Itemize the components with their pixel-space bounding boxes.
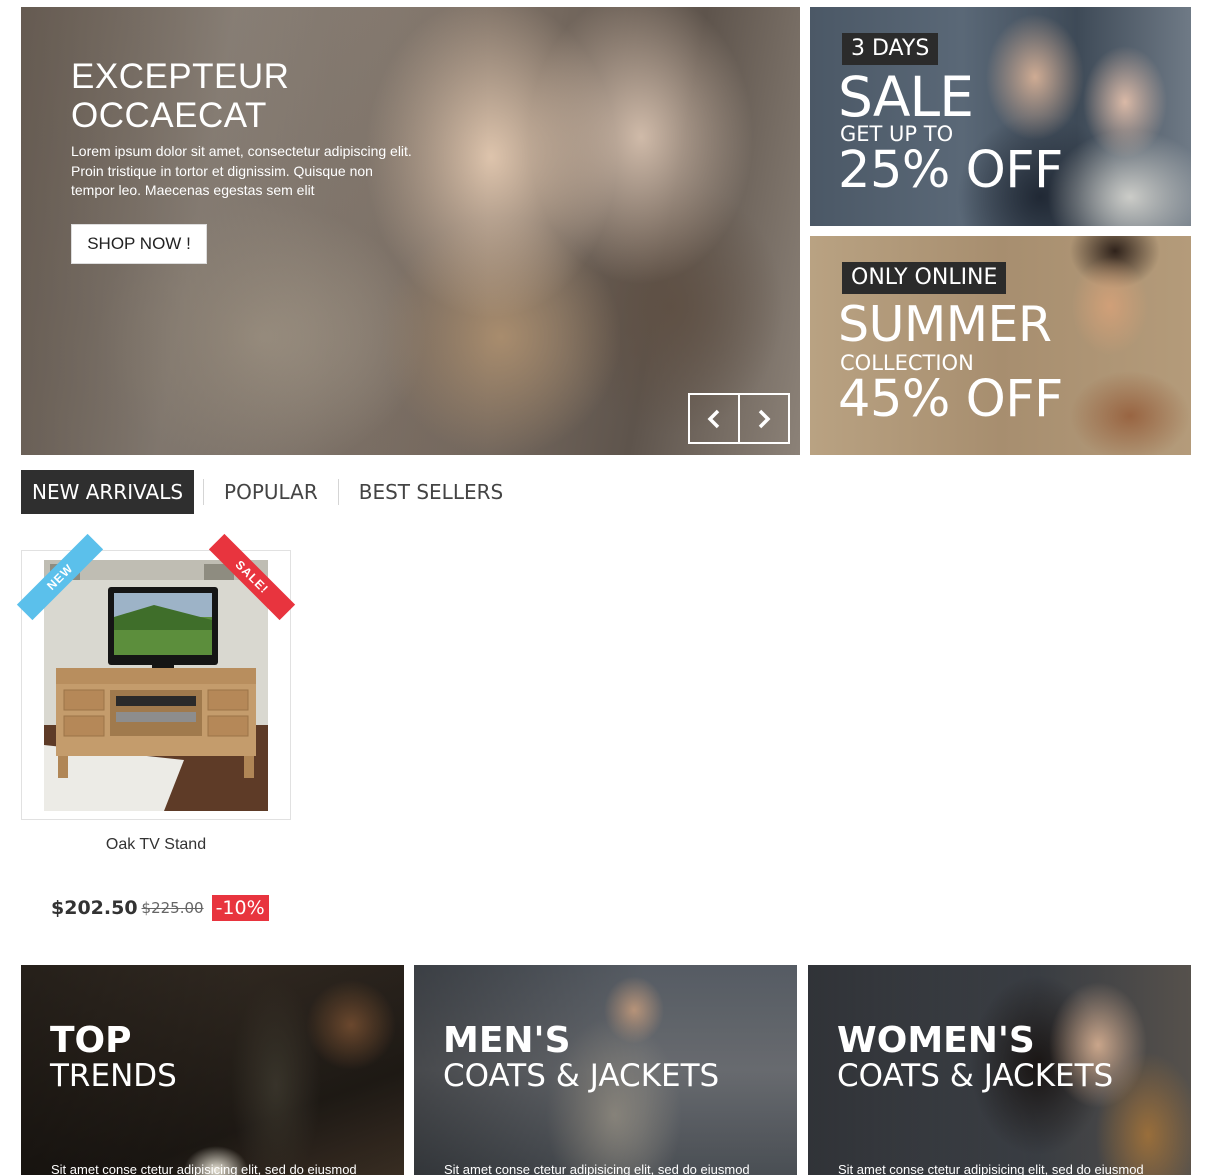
category-title: WOMEN'S	[837, 1020, 1035, 1061]
product-old-price: $225.00	[141, 899, 204, 917]
product-card[interactable]: NEW SALE!	[16, 533, 296, 820]
category-banner-top-trends[interactable]: TOP TRENDS Sit amet conse ctetur adipisi…	[21, 965, 404, 1175]
sale-banner[interactable]: 3 DAYS SALE GET UP TO 25% OFF	[810, 7, 1191, 226]
banner-headline: SALE	[838, 65, 974, 129]
category-title: TOP	[50, 1020, 132, 1061]
banner-offer: 25% OFF	[838, 141, 1063, 200]
tab-popular[interactable]: POPULAR	[213, 470, 329, 514]
banner-badge: ONLY ONLINE	[842, 262, 1007, 294]
product-price: $202.50	[51, 897, 138, 919]
category-subtitle: TRENDS	[50, 1058, 177, 1094]
tab-divider	[203, 479, 205, 505]
category-subtitle: COATS & JACKETS	[443, 1058, 720, 1094]
category-banner-womens-coats[interactable]: WOMEN'S COATS & JACKETS Sit amet conse c…	[808, 965, 1191, 1175]
hero-slider[interactable]: EXCEPTEUR OCCAECAT Lorem ipsum dolor sit…	[21, 7, 800, 455]
tab-new-arrivals[interactable]: NEW ARRIVALS	[21, 470, 195, 514]
hero-title: EXCEPTEUR OCCAECAT	[71, 57, 371, 135]
slider-next-button[interactable]	[738, 395, 788, 442]
discount-badge: -10%	[211, 895, 269, 921]
hero-title-line1: EXCEPTEUR	[71, 57, 290, 96]
product-image[interactable]	[44, 560, 268, 811]
hero-title-line2: OCCAECAT	[71, 96, 267, 135]
shop-now-button[interactable]: SHOP NOW !	[71, 224, 207, 264]
category-description: Sit amet conse ctetur adipisicing elit, …	[444, 1162, 750, 1175]
tv-stand-illustration	[44, 560, 268, 811]
summer-collection-banner[interactable]: ONLY ONLINE SUMMER COLLECTION 45% OFF	[810, 236, 1191, 455]
chevron-left-icon	[707, 409, 720, 428]
category-subtitle: COATS & JACKETS	[837, 1058, 1114, 1094]
category-description: Sit amet conse ctetur adipisicing elit, …	[838, 1162, 1144, 1175]
price-row: $202.50 $225.00 -10%	[51, 895, 269, 921]
product-tabs: NEW ARRIVALS POPULAR BEST SELLERS	[21, 470, 514, 514]
slider-prev-button[interactable]	[690, 395, 738, 442]
banner-offer: 45% OFF	[838, 370, 1063, 429]
category-title: MEN'S	[443, 1020, 571, 1061]
category-description: Sit amet conse ctetur adipisicing elit, …	[51, 1162, 357, 1175]
chevron-right-icon	[758, 409, 771, 428]
tab-divider	[337, 479, 339, 505]
hero-text: Lorem ipsum dolor sit amet, consectetur …	[71, 143, 412, 198]
slider-nav	[688, 393, 790, 444]
banner-headline: SUMMER	[838, 296, 1052, 353]
banner-badge: 3 DAYS	[842, 33, 939, 65]
category-banner-mens-coats[interactable]: MEN'S COATS & JACKETS Sit amet conse cte…	[414, 965, 797, 1175]
tab-best-sellers[interactable]: BEST SELLERS	[348, 470, 514, 514]
product-name[interactable]: Oak TV Stand	[21, 836, 291, 854]
